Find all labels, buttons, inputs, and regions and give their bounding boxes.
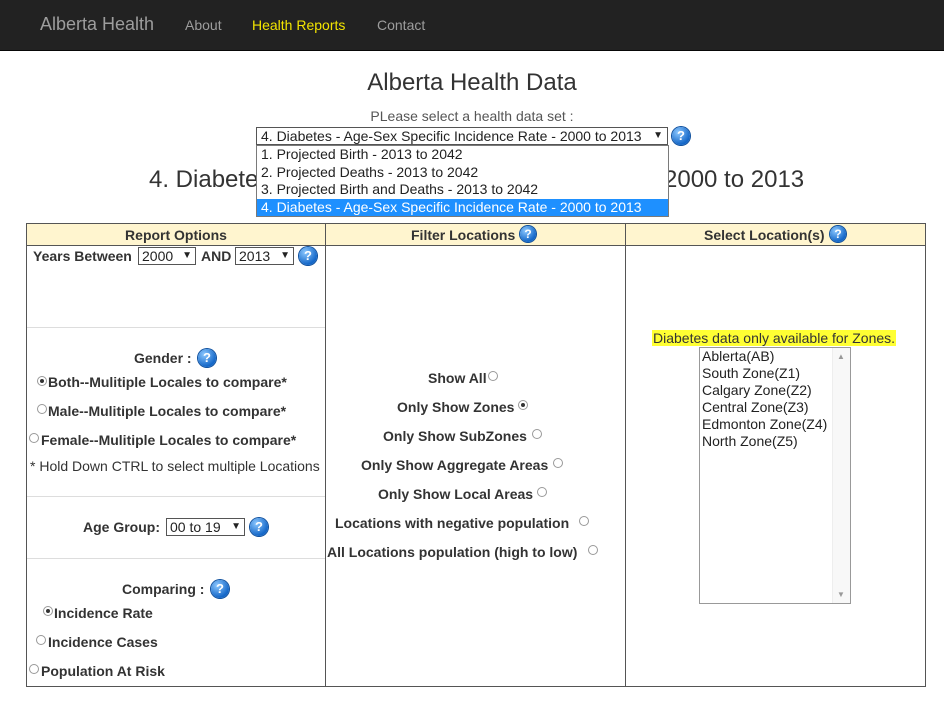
dataset-dropdown-list: 1. Projected Birth - 2013 to 2042 2. Pro… [256, 145, 669, 217]
dataset-select-label: PLease select a health data set : [370, 108, 574, 124]
incidence-rate-radio[interactable] [43, 606, 53, 616]
filter-negative-radio[interactable] [579, 516, 589, 526]
dataset-option[interactable]: 2. Projected Deaths - 2013 to 2042 [257, 164, 668, 182]
comparing-label: Comparing : [122, 581, 205, 597]
column-divider [625, 224, 626, 686]
filter-subzones-radio[interactable] [532, 429, 542, 439]
filter-help-icon[interactable]: ? [520, 226, 536, 242]
chevron-down-icon: ▼ [182, 250, 192, 261]
section-divider [27, 327, 325, 328]
page-title: Alberta Health Data [367, 69, 577, 96]
filter-zones-radio[interactable] [518, 400, 528, 410]
dataset-select[interactable]: 4. Diabetes - Age-Sex Specific Incidence… [256, 127, 668, 145]
grid-header: Report Options Filter Locations Select L… [27, 224, 925, 246]
top-navbar: Alberta Health About Health Reports Cont… [0, 0, 944, 51]
dataset-select-value: 4. Diabetes - Age-Sex Specific Incidence… [261, 128, 642, 144]
filter-aggregate-label: Only Show Aggregate Areas [361, 457, 549, 473]
report-options-heading: Report Options [125, 227, 227, 243]
dataset-option[interactable]: 1. Projected Birth - 2013 to 2042 [257, 146, 668, 164]
filter-aggregate-radio[interactable] [553, 458, 563, 468]
scroll-up-icon[interactable]: ▲ [837, 352, 845, 361]
population-at-risk-label: Population At Risk [41, 663, 165, 679]
filter-population-label: All Locations population (high to low) [327, 544, 578, 560]
gender-female-radio[interactable] [29, 433, 39, 443]
dataset-help-icon[interactable]: ? [672, 127, 690, 145]
report-heading-start: 4. Diabete [149, 166, 259, 193]
chevron-down-icon: ▼ [653, 130, 663, 141]
filter-negative-label: Locations with negative population [335, 515, 570, 531]
dataset-option[interactable]: 3. Projected Birth and Deaths - 2013 to … [257, 181, 668, 199]
gender-male-radio[interactable] [37, 404, 47, 414]
filter-show-all-radio[interactable] [488, 371, 498, 381]
gender-label: Gender : [134, 350, 192, 366]
listbox-scrollbar[interactable]: ▲ ▼ [832, 348, 850, 603]
year-to-value: 2013 [239, 248, 271, 264]
nav-contact[interactable]: Contact [377, 17, 425, 33]
filter-local-radio[interactable] [537, 487, 547, 497]
and-label: AND [201, 248, 232, 264]
chevron-down-icon: ▼ [280, 250, 290, 261]
year-to-select[interactable]: 2013 ▼ [235, 247, 294, 265]
filter-zones-label: Only Show Zones [397, 399, 515, 415]
gender-both-label: Both--Mulitiple Locales to compare* [48, 374, 287, 390]
locations-help-icon[interactable]: ? [830, 226, 846, 242]
chevron-down-icon: ▼ [231, 521, 241, 532]
select-locations-heading: Select Location(s) [704, 227, 825, 243]
population-at-risk-radio[interactable] [29, 664, 39, 674]
location-listbox[interactable]: Ablerta(AB) South Zone(Z1) Calgary Zone(… [699, 347, 851, 604]
location-item[interactable]: Ablerta(AB) [700, 348, 850, 365]
gender-female-label: Female--Mulitiple Locales to compare* [41, 432, 297, 448]
location-item[interactable]: Central Zone(Z3) [700, 399, 850, 416]
age-group-select[interactable]: 00 to 19 ▼ [166, 518, 245, 536]
location-item[interactable]: North Zone(Z5) [700, 433, 850, 450]
year-from-select[interactable]: 2000 ▼ [138, 247, 196, 265]
brand-link[interactable]: Alberta Health [40, 14, 154, 35]
incidence-rate-label: Incidence Rate [54, 605, 153, 621]
age-group-value: 00 to 19 [170, 519, 221, 535]
years-help-icon[interactable]: ? [299, 247, 317, 265]
nav-about[interactable]: About [185, 17, 222, 33]
years-between-label: Years Between [33, 248, 132, 264]
section-divider [27, 496, 325, 497]
location-item[interactable]: Calgary Zone(Z2) [700, 382, 850, 399]
gender-male-label: Male--Mulitiple Locales to compare* [48, 403, 287, 419]
dataset-option-selected[interactable]: 4. Diabetes - Age-Sex Specific Incidence… [257, 198, 668, 216]
column-divider [325, 224, 326, 686]
gender-help-icon[interactable]: ? [198, 349, 216, 367]
ctrl-note: * Hold Down CTRL to select multiple Loca… [30, 458, 320, 474]
location-item[interactable]: South Zone(Z1) [700, 365, 850, 382]
incidence-cases-label: Incidence Cases [48, 634, 158, 650]
filter-local-label: Only Show Local Areas [378, 486, 534, 502]
age-group-label: Age Group: [83, 519, 160, 535]
report-heading-end: 2000 to 2013 [664, 166, 805, 193]
filter-locations-heading: Filter Locations [411, 227, 516, 243]
filter-subzones-label: Only Show SubZones [383, 428, 527, 444]
location-item[interactable]: Edmonton Zone(Z4) [700, 416, 850, 433]
filter-population-radio[interactable] [588, 545, 598, 555]
incidence-cases-radio[interactable] [36, 635, 46, 645]
age-group-help-icon[interactable]: ? [250, 518, 268, 536]
scroll-down-icon[interactable]: ▼ [837, 590, 845, 599]
comparing-help-icon[interactable]: ? [211, 580, 229, 598]
nav-health-reports[interactable]: Health Reports [252, 17, 345, 33]
filter-show-all-label: Show All [428, 370, 487, 386]
gender-both-radio[interactable] [37, 376, 47, 386]
zones-note: Diabetes data only available for Zones. [652, 330, 897, 346]
section-divider [27, 558, 325, 559]
year-from-value: 2000 [142, 248, 174, 264]
